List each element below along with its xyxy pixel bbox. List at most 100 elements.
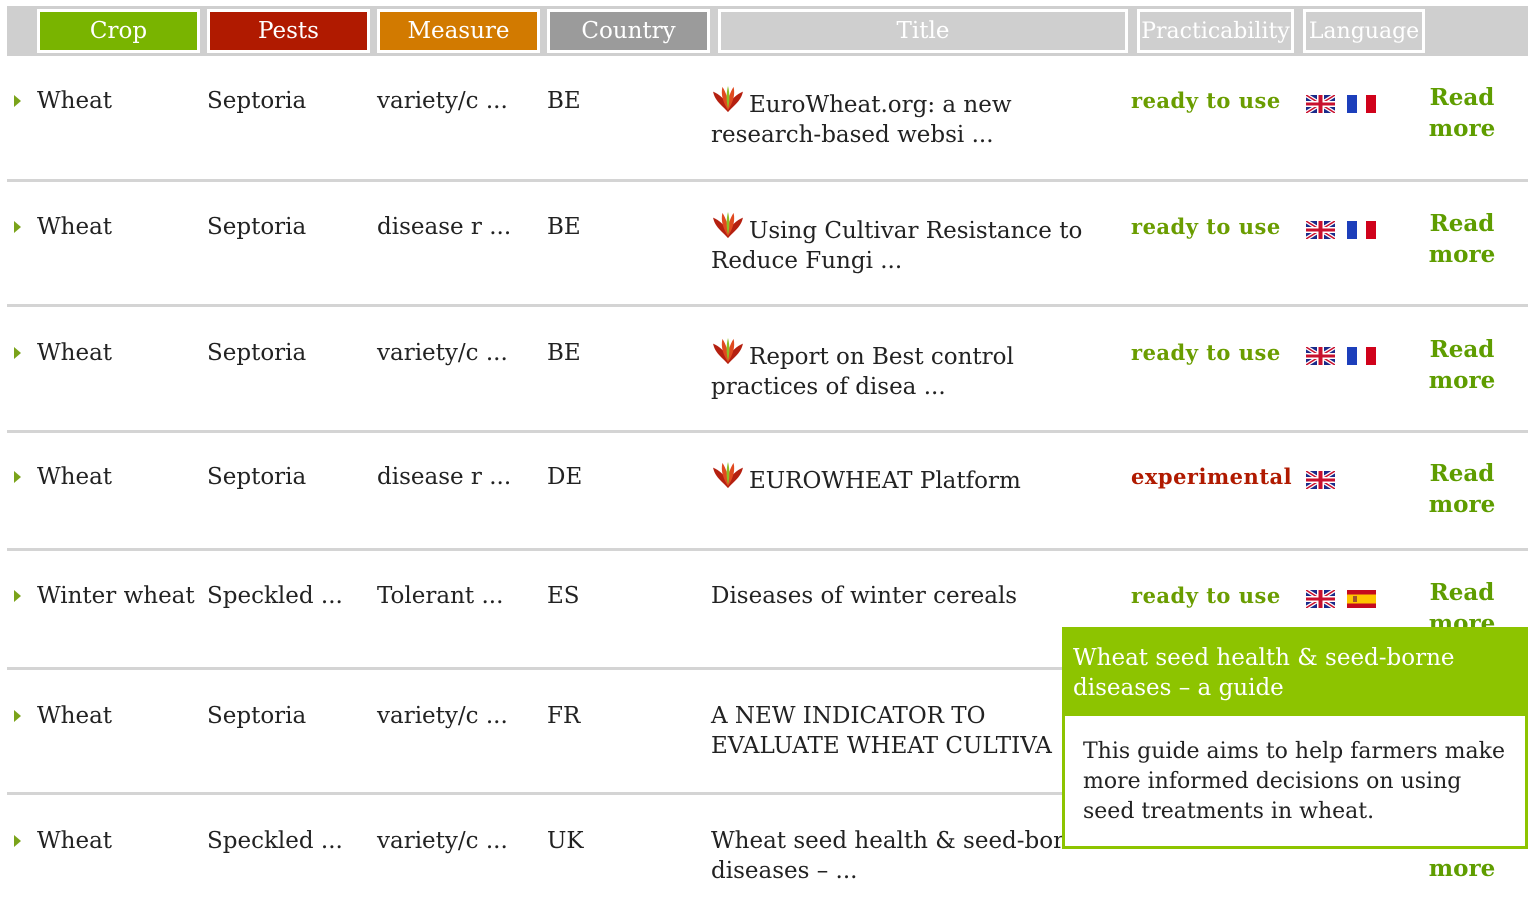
country-cell: FR xyxy=(547,703,581,729)
read-more-link[interactable]: Read more xyxy=(1427,82,1497,144)
read-more-line1: Read xyxy=(1429,336,1495,363)
practicability-status: ready to use xyxy=(1131,340,1281,365)
practicability-column-header[interactable]: Practicability xyxy=(1137,9,1294,53)
read-more-line1: Read xyxy=(1429,579,1495,606)
practicability-status: ready to use xyxy=(1131,88,1281,113)
title-link[interactable]: EUROWHEAT Platform xyxy=(711,462,1121,496)
uk-flag-icon[interactable] xyxy=(1304,219,1337,241)
measure-cell: disease r ... xyxy=(377,214,512,240)
row-divider xyxy=(7,548,1528,551)
measure-cell: Tolerant ... xyxy=(377,583,504,609)
read-more-line1: Read xyxy=(1429,210,1495,237)
row-divider xyxy=(7,430,1528,433)
crop-cell: Wheat xyxy=(37,214,113,240)
crop-cell: Wheat xyxy=(37,88,113,114)
table-row[interactable]: Wheat Septoria variety/c ... BE EuroWheat.or… xyxy=(7,66,1528,184)
france-flag-icon[interactable] xyxy=(1347,347,1376,365)
title-link[interactable]: Report on Best control practices of dise… xyxy=(711,338,1121,402)
france-flag-icon[interactable] xyxy=(1347,95,1376,113)
title-text: Report on Best control practices of dise… xyxy=(711,344,1014,400)
eurowheat-logo-icon xyxy=(711,212,749,244)
title-text: Diseases of winter cereals xyxy=(711,583,1018,609)
country-cell: BE xyxy=(547,88,581,114)
pest-cell: Speckled ... xyxy=(207,583,343,609)
expand-arrow-icon[interactable] xyxy=(14,221,21,233)
table-row[interactable]: Wheat Septoria disease r ... DE EUROWHEAT Pl… xyxy=(7,442,1528,560)
measure-cell: disease r ... xyxy=(377,464,512,490)
read-more-link[interactable]: Read more xyxy=(1427,458,1497,520)
read-more-line2: more xyxy=(1428,855,1496,882)
expand-arrow-icon[interactable] xyxy=(14,835,21,847)
measure-cell: variety/c ... xyxy=(377,88,508,114)
tooltip-description: This guide aims to help farmers make mor… xyxy=(1083,739,1506,824)
table-row[interactable]: Wheat Septoria disease r ... BE Using Cultiv… xyxy=(7,192,1528,310)
uk-flag-icon[interactable] xyxy=(1304,588,1337,610)
france-flag-icon[interactable] xyxy=(1347,221,1376,239)
row-divider xyxy=(7,304,1528,307)
tooltip-title: Wheat seed health & seed-borne diseases … xyxy=(1065,630,1525,719)
read-more-line2: more xyxy=(1428,241,1496,268)
row-divider xyxy=(7,179,1528,182)
title-link[interactable]: Diseases of winter cereals xyxy=(711,581,1121,611)
eurowheat-logo-icon xyxy=(711,86,749,118)
uk-flag-icon[interactable] xyxy=(1304,93,1337,115)
expand-arrow-icon[interactable] xyxy=(14,95,21,107)
eurowheat-logo-icon xyxy=(711,462,749,494)
country-cell: ES xyxy=(547,583,580,609)
pest-cell: Septoria xyxy=(207,214,307,240)
title-text: EuroWheat.org: a new research-based webs… xyxy=(711,92,1012,148)
expand-arrow-icon[interactable] xyxy=(14,590,21,602)
practicability-status: experimental xyxy=(1131,464,1293,489)
pest-cell: Septoria xyxy=(207,88,307,114)
title-text: Using Cultivar Resistance to Reduce Fung… xyxy=(711,218,1083,274)
country-cell: DE xyxy=(547,464,583,490)
title-link[interactable]: EuroWheat.org: a new research-based webs… xyxy=(711,86,1121,150)
pest-cell: Septoria xyxy=(207,340,307,366)
crop-cell: Wheat xyxy=(37,340,113,366)
expand-arrow-icon[interactable] xyxy=(14,471,21,483)
title-link[interactable]: A NEW INDICATOR TO EVALUATE WHEAT CULTIV… xyxy=(711,701,1121,761)
crop-cell: Wheat xyxy=(37,703,113,729)
crop-column-header[interactable]: Crop xyxy=(37,9,200,53)
read-more-line2: more xyxy=(1428,115,1496,142)
read-more-line2: more xyxy=(1428,491,1496,518)
read-more-line1: Read xyxy=(1429,84,1495,111)
practicability-status: ready to use xyxy=(1131,583,1281,608)
title-link[interactable]: Using Cultivar Resistance to Reduce Fung… xyxy=(711,212,1121,276)
country-column-header[interactable]: Country xyxy=(547,9,710,53)
read-more-line2: more xyxy=(1428,367,1496,394)
pest-cell: Speckled ... xyxy=(207,828,343,854)
pest-cell: Septoria xyxy=(207,464,307,490)
title-text: Wheat seed health & seed-borne diseases … xyxy=(711,828,1093,884)
table-row[interactable]: Wheat Septoria variety/c ... BE Report on Be… xyxy=(7,318,1528,436)
title-text: A NEW INDICATOR TO EVALUATE WHEAT CULTIV… xyxy=(711,703,1052,759)
measure-cell: variety/c ... xyxy=(377,828,508,854)
practicability-status: ready to use xyxy=(1131,214,1281,239)
crop-cell: Winter wheat xyxy=(37,583,195,609)
expand-arrow-icon[interactable] xyxy=(14,710,21,722)
title-tooltip: Wheat seed health & seed-borne diseases … xyxy=(1062,627,1528,849)
read-more-link[interactable]: Read more xyxy=(1427,208,1497,270)
uk-flag-icon[interactable] xyxy=(1304,345,1337,367)
title-link[interactable]: Wheat seed health & seed-borne diseases … xyxy=(711,826,1121,886)
read-more-line1: Read xyxy=(1429,460,1495,487)
spain-flag-icon[interactable] xyxy=(1347,590,1376,608)
pest-cell: Septoria xyxy=(207,703,307,729)
title-column-header[interactable]: Title xyxy=(718,9,1128,53)
pests-column-header[interactable]: Pests xyxy=(207,9,370,53)
crop-cell: Wheat xyxy=(37,828,113,854)
measure-cell: variety/c ... xyxy=(377,703,508,729)
read-more-link[interactable]: Read more xyxy=(1427,334,1497,396)
country-cell: UK xyxy=(547,828,584,854)
language-column-header[interactable]: Language xyxy=(1303,9,1425,53)
uk-flag-icon[interactable] xyxy=(1304,469,1337,491)
expand-arrow-icon[interactable] xyxy=(14,347,21,359)
title-text: EUROWHEAT Platform xyxy=(749,468,1021,494)
crop-cell: Wheat xyxy=(37,464,113,490)
measure-cell: variety/c ... xyxy=(377,340,508,366)
country-cell: BE xyxy=(547,340,581,366)
country-cell: BE xyxy=(547,214,581,240)
measure-column-header[interactable]: Measure xyxy=(377,9,540,53)
eurowheat-logo-icon xyxy=(711,338,749,370)
table-header: Crop Pests Measure Country Title Practic… xyxy=(7,6,1528,56)
